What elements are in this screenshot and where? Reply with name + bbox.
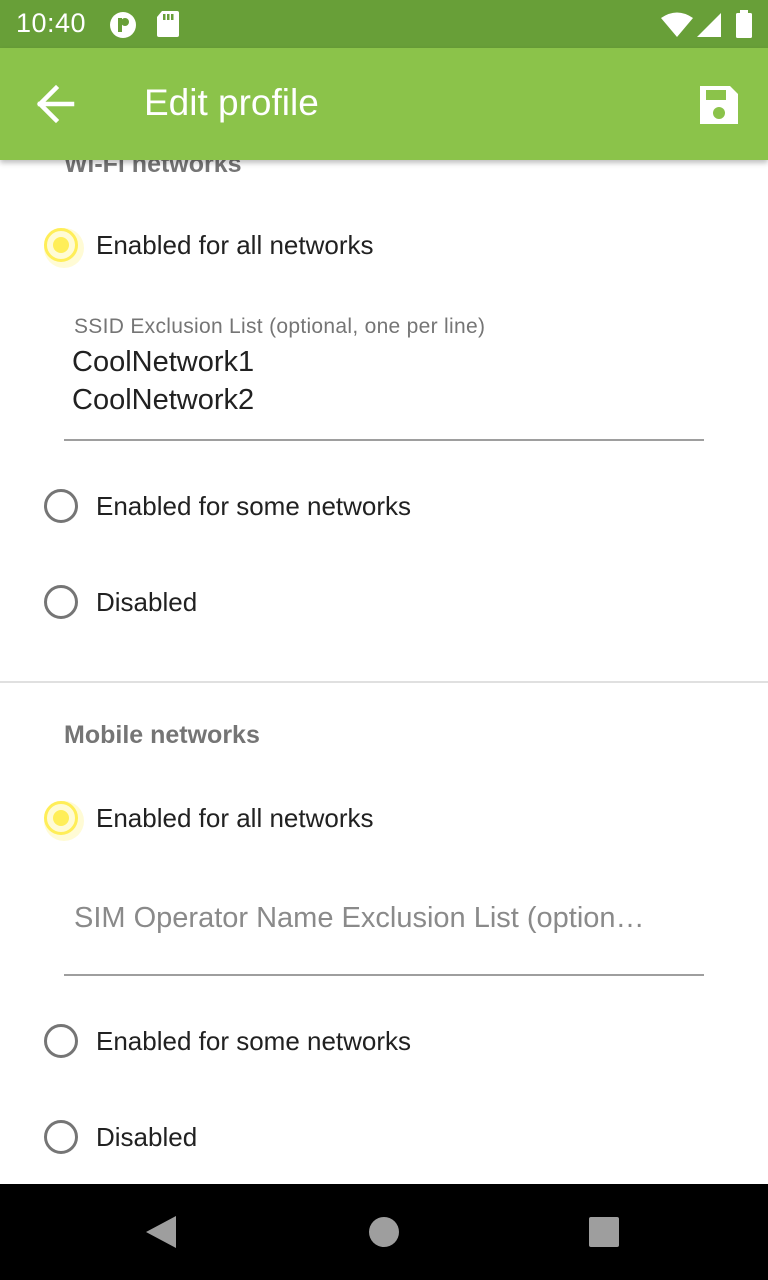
radio-unchecked-icon <box>44 489 78 523</box>
ssid-exclusion-field[interactable]: SSID Exclusion List (optional, one per l… <box>64 305 704 441</box>
recents-square-icon <box>589 1217 619 1247</box>
nav-back-button[interactable] <box>136 1208 184 1256</box>
battery-icon <box>735 10 753 43</box>
cellular-signal-icon <box>696 12 722 43</box>
arrow-back-icon <box>36 84 75 124</box>
app-bar: Edit profile <box>0 48 768 160</box>
status-bar: 10:40 <box>0 0 768 48</box>
back-button[interactable] <box>30 82 82 126</box>
radio-label: Enabled for all networks <box>96 802 374 833</box>
nav-recents-button[interactable] <box>580 1208 628 1256</box>
sd-card-icon <box>156 10 180 43</box>
wifi-icon <box>660 12 694 43</box>
radio-label: Disabled <box>96 1121 198 1152</box>
save-button[interactable] <box>694 80 744 130</box>
sim-operator-exclusion-field[interactable]: SIM Operator Name Exclusion List (option… <box>64 875 704 976</box>
radio-unchecked-icon <box>44 1120 78 1154</box>
radio-unchecked-icon <box>44 585 78 619</box>
save-icon <box>700 86 738 124</box>
radio-checked-icon <box>44 801 84 841</box>
ssid-exclusion-label: SSID Exclusion List (optional, one per l… <box>74 315 486 338</box>
profile-form[interactable]: Wi-Fi networks Enabled for all networks … <box>0 160 768 1184</box>
mobile-radio-some-networks[interactable]: Enabled for some networks <box>44 1021 411 1061</box>
wifi-section-header: Wi-Fi networks <box>64 160 242 178</box>
nav-home-button[interactable] <box>360 1208 408 1256</box>
radio-label: Enabled for some networks <box>96 1025 412 1056</box>
system-nav-bar <box>0 1184 768 1280</box>
section-divider <box>0 681 768 683</box>
status-time: 10:40 <box>16 8 87 38</box>
wifi-radio-disabled[interactable]: Disabled <box>44 582 197 622</box>
radio-checked-icon <box>44 228 84 268</box>
mobile-radio-disabled[interactable]: Disabled <box>44 1117 197 1157</box>
mobile-radio-all-networks[interactable]: Enabled for all networks <box>44 798 374 841</box>
radio-label: Enabled for all networks <box>96 229 374 260</box>
wifi-radio-some-networks[interactable]: Enabled for some networks <box>44 486 411 526</box>
radio-unchecked-icon <box>44 1024 78 1058</box>
ssid-exclusion-value: CoolNetwork1 CoolNetwork2 <box>72 346 255 416</box>
back-triangle-icon <box>146 1216 176 1248</box>
sim-operator-exclusion-placeholder: SIM Operator Name Exclusion List (option… <box>74 902 645 934</box>
radio-label: Disabled <box>96 586 198 617</box>
page-title: Edit profile <box>144 82 319 123</box>
wifi-radio-all-networks[interactable]: Enabled for all networks <box>44 225 374 268</box>
mobile-section-header: Mobile networks <box>64 721 260 749</box>
home-circle-icon <box>369 1217 399 1247</box>
radio-label: Enabled for some networks <box>96 490 412 521</box>
app-notification-icon <box>108 10 138 45</box>
